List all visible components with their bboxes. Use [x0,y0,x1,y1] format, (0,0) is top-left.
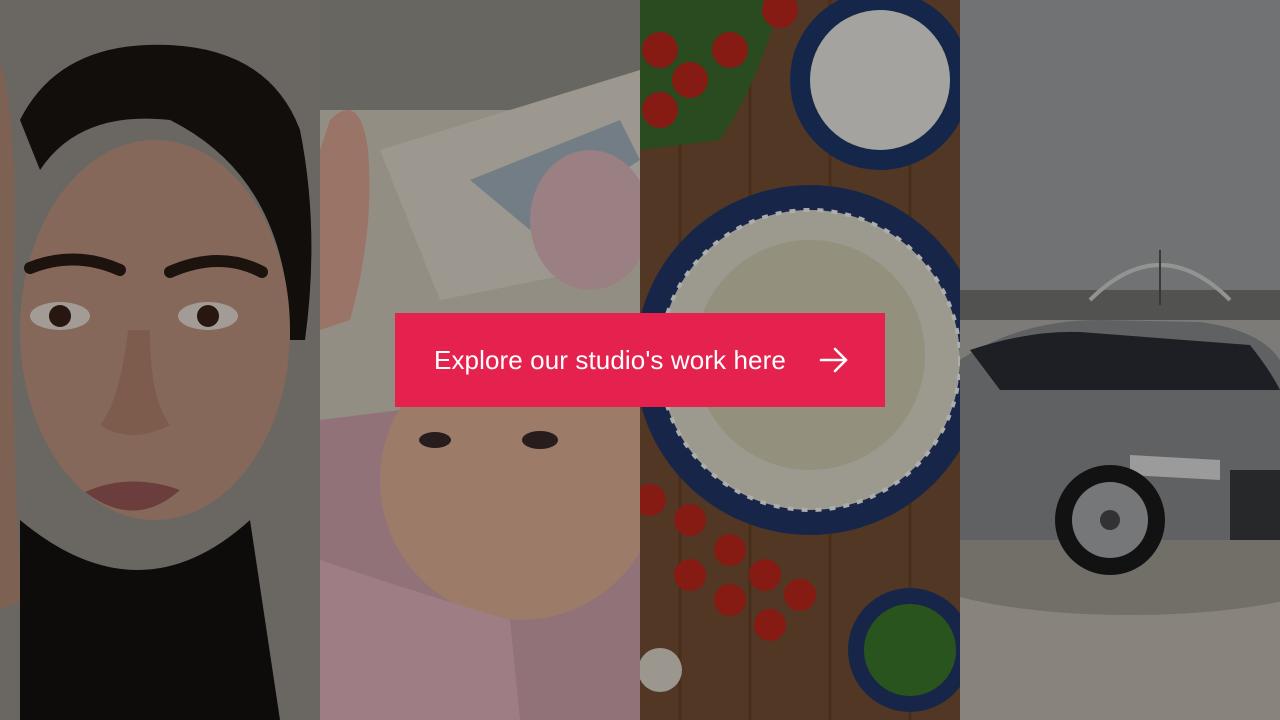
explore-studio-work-button[interactable]: Explore our studio's work here [395,313,885,407]
portrait-woman-image [0,0,320,720]
explore-studio-work-label: Explore our studio's work here [434,344,786,375]
car-image [960,0,1280,720]
arrow-right-icon [819,347,848,373]
